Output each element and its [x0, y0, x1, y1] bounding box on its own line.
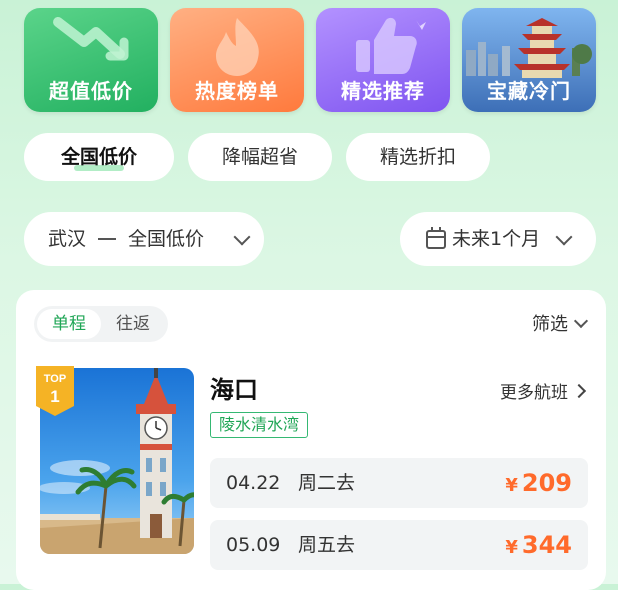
date-range-label: 未来1个月	[452, 228, 541, 250]
category-tile-label: 精选推荐	[341, 79, 425, 103]
calendar-icon	[426, 227, 446, 249]
chip-national-low-price[interactable]: 全国低价	[24, 133, 174, 181]
flame-icon	[216, 18, 259, 76]
route-selector[interactable]: 武汉 全国低价	[24, 212, 264, 266]
date-range-selector[interactable]: 未来1个月	[400, 212, 596, 266]
price-value: 209	[521, 469, 572, 497]
flight-date: 04.22	[226, 472, 281, 494]
filter-button[interactable]: 筛选	[532, 310, 589, 336]
currency-symbol: ¥	[505, 475, 518, 496]
category-tiles: 超值低价 热度榜单 精选推荐 宝藏冷门	[24, 8, 596, 114]
chevron-right-icon	[571, 383, 587, 399]
chip-label: 全国低价	[60, 146, 137, 168]
chip-label: 精选折扣	[379, 146, 456, 168]
filter-label: 筛选	[532, 314, 568, 335]
chip-big-discount[interactable]: 降幅超省	[188, 133, 332, 181]
rank-badge-top: TOP	[44, 373, 66, 385]
down-trend-icon	[53, 17, 129, 61]
category-tile-label: 超值低价	[49, 79, 133, 103]
chip-label: 降幅超省	[221, 146, 298, 168]
flight-option-row[interactable]: 05.09 周五去 ¥344	[210, 520, 588, 570]
category-tile-hidden-gems[interactable]: 宝藏冷门	[462, 8, 596, 112]
segment-one-way[interactable]: 单程	[37, 309, 101, 339]
origin-city: 武汉	[48, 228, 87, 250]
rank-badge-number: 1	[50, 387, 59, 406]
flight-deals-card: 单程 往返 筛选 TOP 1 海口 更多航班 陵水清水湾 04.22 周二去 ¥…	[16, 290, 606, 590]
category-tile-recommended[interactable]: 精选推荐	[316, 8, 450, 112]
trip-type-toggle: 单程 往返	[34, 306, 168, 342]
chevron-down-icon	[233, 228, 251, 246]
flight-weekday: 周五去	[298, 534, 356, 556]
category-tile-low-price[interactable]: 超值低价	[24, 8, 158, 112]
flight-option-row[interactable]: 04.22 周二去 ¥209	[210, 458, 588, 508]
destination-tag: 陵水清水湾	[210, 412, 309, 438]
destination-name: 海口	[210, 376, 258, 404]
route-dash	[98, 238, 116, 240]
chip-selected-deals[interactable]: 精选折扣	[346, 133, 490, 181]
category-tile-label: 宝藏冷门	[487, 79, 571, 103]
price-value: 344	[521, 531, 572, 559]
flight-date: 05.09	[226, 534, 281, 556]
destination-scope: 全国低价	[128, 228, 205, 250]
rank-badge: TOP 1	[36, 366, 74, 416]
more-flights-label: 更多航班	[500, 383, 568, 403]
segment-round-trip[interactable]: 往返	[101, 309, 165, 339]
category-tile-hot-ranking[interactable]: 热度榜单	[170, 8, 304, 112]
chevron-down-icon	[555, 228, 573, 246]
more-flights-link[interactable]: 更多航班	[500, 378, 587, 403]
category-tile-label: 热度榜单	[195, 79, 279, 103]
flight-weekday: 周二去	[298, 472, 356, 494]
thumbs-up-icon	[356, 17, 426, 74]
flight-price: ¥209	[505, 458, 572, 511]
chevron-down-icon	[573, 313, 589, 329]
currency-symbol: ¥	[505, 537, 518, 558]
pagoda-photo	[466, 18, 592, 78]
flight-price: ¥344	[505, 520, 572, 573]
